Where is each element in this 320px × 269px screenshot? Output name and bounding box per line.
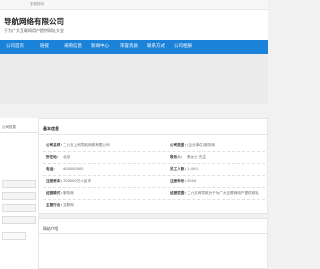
card-divider [39,233,267,234]
basic-info-title: 基本信息 [43,126,59,131]
site-intro-title: 网站介绍 [43,226,59,231]
site-intro-card: 网站介绍 [38,218,268,269]
row-divider [43,151,265,152]
info-company-type: 公司类型：(企业单位)服务商 [170,143,215,147]
row-divider [43,163,265,164]
row-divider [43,199,265,200]
info-industry: 主营行业：互联网 [46,203,74,207]
info-location: 所在地： 北京 [46,155,71,159]
info-phone: 电话： 400000000 [46,167,84,171]
sidebar-field-4[interactable] [2,216,36,224]
mobile-access-link[interactable]: 手机访问 [30,2,44,7]
info-staff: 员工人数：1-49人 [170,167,199,171]
nav-item-contact[interactable]: 联系方式 [147,40,165,54]
row-divider [43,175,265,176]
card-divider [39,134,267,135]
info-company-name: 公司名称：二六五上网导航网络有限公司 [46,143,110,147]
sidebar-field-3[interactable] [2,204,36,212]
sidebar-divider [0,132,38,133]
nav-item-links[interactable]: 链接 [40,40,49,54]
top-bar: 手机访问 [0,0,268,10]
basic-info-card: 基本信息 公司名称：二六五上网导航网络有限公司 公司类型：(企业单位)服务商 所… [38,118,268,214]
nav-item-home[interactable]: 公司首页 [6,40,24,54]
sidebar-field-2[interactable] [2,192,36,200]
nav-item-honors[interactable]: 荣誉资质 [120,40,138,54]
sidebar-heading: 公司信息 [2,125,16,129]
company-slogan: 于为广大互联网用户提供网址大全 [4,28,64,33]
nav-item-purchase[interactable]: 采购信息 [64,40,82,54]
banner [0,54,268,104]
nav-item-news[interactable]: 新闻中心 [91,40,109,54]
company-title[interactable]: 导航网络有限公司 [4,16,64,27]
row-divider [43,187,265,188]
nav-item-album[interactable]: 公司相册 [174,40,192,54]
info-business-mode: 经营模式：服务商 [46,191,74,195]
sidebar-submit-button[interactable] [2,232,26,240]
info-capital: 注册资本：700000万人民币 [46,179,92,183]
info-reg-year: 注册年份：2004 [170,179,197,183]
sidebar-field-1[interactable] [2,180,36,188]
info-business-scope: 经营范围：二六五网导航为于为广大互联网用户提供网址 [170,191,259,195]
main-nav: 公司首页 链接 采购信息 新闻中心 荣誉资质 联系方式 公司相册 [0,40,268,54]
info-contact: 联系人： 蔡女士 先生 [170,155,207,159]
